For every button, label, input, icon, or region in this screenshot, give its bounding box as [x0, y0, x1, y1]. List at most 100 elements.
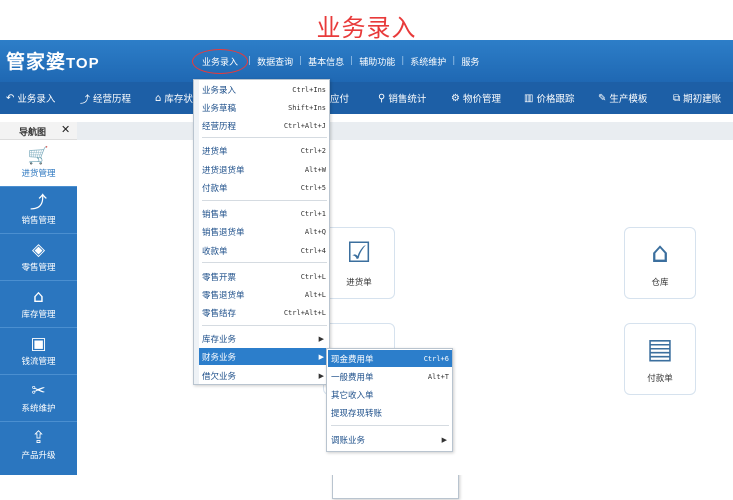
toolbar-price-mgmt[interactable]: ⚙ 物价管理	[451, 82, 501, 114]
tag-icon: ◈	[31, 240, 46, 260]
toolbar-label: 库存状	[164, 94, 193, 105]
submenu-item-cash-expense[interactable]: 现金费用单 Ctrl+6	[328, 350, 452, 367]
menu-item-retail-invoice[interactable]: 零售开票 Ctrl+L	[199, 268, 329, 285]
menu-business-entry[interactable]: 业务录入	[192, 48, 249, 74]
sidebar-item-upgrade[interactable]: ⇪ 产品升级	[0, 422, 77, 469]
shortcut-label: Ctrl+Alt+L	[283, 308, 326, 317]
toolbar-opening-account[interactable]: ⧉ 期初建账	[673, 82, 721, 114]
app-header: 管家婆普及版TOP 业务录入| 数据查询| 基本信息| 辅助功能| 系统维护| …	[0, 40, 733, 499]
shortcut-label: Alt+T	[427, 372, 449, 381]
menu-item-retail-return[interactable]: 零售退货单 Alt+L	[199, 286, 329, 303]
submenu-item-general-expense[interactable]: 一般费用单 Alt+T	[328, 368, 452, 385]
toolbar-history[interactable]: ⤴ 经营历程	[80, 82, 131, 114]
submenu-arrow-icon: ▶	[441, 435, 447, 444]
menu-item-draft[interactable]: 业务草稿 Shift+Ins	[199, 99, 329, 116]
toolbar-label: 经营历程	[93, 94, 132, 105]
nav-panel-tab[interactable]: 导航图 ✕	[0, 122, 77, 140]
sidebar-item-sales[interactable]: ⤴ 销售管理	[0, 187, 77, 234]
shortcut-label: Alt+Q	[304, 227, 326, 236]
menu-item-debt-business[interactable]: 借欠业务 ▶	[199, 367, 329, 384]
card-payment[interactable]: ▤ 付款单	[624, 323, 696, 395]
shortcut-label: Ctrl+Alt+J	[283, 121, 326, 130]
menu-item-entry[interactable]: 业务录入 Ctrl+Ins	[199, 81, 329, 98]
toolbar-business-entry[interactable]: ↶ 业务录入	[6, 82, 55, 114]
sidebar-item-retail[interactable]: ◈ 零售管理	[0, 234, 77, 281]
submenu-item-cash-transfer[interactable]: 提现存现转账	[328, 404, 452, 421]
sidebar-item-label: 产品升级	[21, 451, 56, 461]
menu-item-sales-return[interactable]: 销售退货单 Alt+Q	[199, 223, 329, 240]
menu-system-maintenance[interactable]: 系统维护	[404, 55, 452, 68]
toolbar-label: 期初建账	[683, 94, 722, 105]
trend-icon: ⤴	[30, 193, 47, 213]
shortcut-label: Ctrl+2	[300, 146, 326, 155]
menu-item-inventory-business[interactable]: 库存业务 ▶	[199, 330, 329, 347]
menu-item-receipt[interactable]: 收款单 Ctrl+4	[199, 242, 329, 259]
wallet-icon: ▤	[646, 332, 674, 365]
menu-item-label: 库存业务	[202, 334, 237, 345]
page-caption: 业务录入	[316, 14, 417, 42]
nav-panel-title: 导航图	[19, 128, 47, 138]
sidebar-item-label: 零售管理	[21, 263, 56, 273]
toolbar-label: 生产模板	[609, 94, 648, 105]
toolbar-label: 销售统计	[388, 94, 427, 105]
menu-item-history[interactable]: 经营历程 Ctrl+Alt+J	[199, 117, 329, 134]
menu-item-label: 进货退货单	[202, 165, 245, 176]
menu-item-label: 销售单	[202, 209, 228, 220]
sidebar-item-purchase[interactable]: 🛒 进货管理	[0, 140, 77, 187]
menu-item-label: 借欠业务	[202, 371, 237, 382]
menu-item-label: 一般费用单	[331, 372, 374, 383]
menu-divider	[202, 137, 327, 138]
external-icon: ⧉	[673, 92, 681, 104]
submenu-item-adjustment[interactable]: 调账业务 ▶	[328, 431, 452, 448]
menu-item-label: 业务草稿	[202, 103, 237, 114]
toolbar-price-track[interactable]: ▥ 价格跟踪	[524, 82, 574, 114]
sidebar-item-inventory[interactable]: ⌂ 库存管理	[0, 281, 77, 328]
app-logo: 管家婆普及版TOP	[6, 47, 459, 499]
sidebar-item-cashflow[interactable]: ▣ 钱流管理	[0, 328, 77, 375]
toolbar-label: 业务录入	[17, 94, 56, 105]
card-purchase-order[interactable]: ☑ 进货单	[323, 227, 395, 299]
menu-basic-info[interactable]: 基本信息	[302, 55, 350, 68]
sidebar-item-system[interactable]: ✂ 系统维护	[0, 375, 77, 422]
shortcut-label: Alt+L	[304, 290, 326, 299]
money-icon: ▣	[30, 334, 47, 354]
toolbar-payable[interactable]: 应付	[330, 82, 349, 114]
menu-divider	[331, 425, 449, 426]
toolbar-sales-stats[interactable]: ⚲ 销售统计	[378, 82, 426, 114]
tools-icon: ✂	[31, 381, 46, 401]
toolbar-production-template[interactable]: ✎ 生产模板	[598, 82, 647, 114]
chart-icon: ⤴	[80, 94, 90, 106]
sidebar-item-label: 库存管理	[21, 310, 56, 320]
menu-item-label: 经营历程	[202, 121, 237, 132]
menu-item-sales-order[interactable]: 销售单 Ctrl+1	[199, 205, 329, 222]
menu-item-label: 业务录入	[202, 85, 237, 96]
card-label: 仓库	[651, 278, 669, 288]
submenu-arrow-icon: ▶	[318, 352, 324, 361]
menu-item-retail-balance[interactable]: 零售结存 Ctrl+Alt+L	[199, 304, 329, 321]
upload-icon: ⇪	[31, 428, 46, 448]
menu-aux-functions[interactable]: 辅助功能	[353, 55, 401, 68]
undo-icon: ↶	[6, 92, 15, 104]
menu-service[interactable]: 服务	[455, 55, 485, 68]
menu-item-label: 调账业务	[331, 435, 366, 446]
close-icon[interactable]: ✕	[61, 123, 70, 136]
toolbar-label: 价格跟踪	[536, 94, 575, 105]
menu-item-finance-business[interactable]: 财务业务 ▶	[199, 348, 329, 365]
menu-item-purchase-order[interactable]: 进货单 Ctrl+2	[199, 142, 329, 159]
top-menu: 业务录入 | 数据查询 | 基本信息 | 辅助功能 | 系统维护 | 服务	[192, 40, 485, 82]
card-warehouse[interactable]: ⌂ 仓库	[624, 227, 696, 299]
sidebar: 🛒 进货管理 ⤴ 销售管理 ◈ 零售管理 ⌂ 库存管理 ▣ 钱流管理 ✂ 系统维护 ⇪ 产品升…	[0, 140, 77, 475]
menu-data-query[interactable]: 数据查询	[251, 55, 299, 68]
menu-item-label: 零售结存	[202, 308, 237, 319]
business-entry-dropdown: 业务录入 Ctrl+Ins 业务草稿 Shift+Ins 经营历程 Ctrl+Alt+…	[193, 79, 330, 385]
shortcut-label: Ctrl+4	[300, 246, 326, 255]
toolbar-inventory[interactable]: ⌂ 库存状	[155, 82, 193, 114]
sidebar-item-label: 系统维护	[21, 404, 56, 414]
menu-item-payment[interactable]: 付款单 Ctrl+5	[199, 179, 329, 196]
shortcut-label: Alt+W	[304, 165, 326, 174]
menu-item-label: 其它收入单	[331, 390, 374, 401]
menu-item-purchase-return[interactable]: 进货退货单 Alt+W	[199, 161, 329, 178]
cart-icon: 🛒	[27, 146, 50, 166]
submenu-item-other-income[interactable]: 其它收入单	[328, 386, 452, 403]
menu-item-label: 付款单	[202, 183, 228, 194]
